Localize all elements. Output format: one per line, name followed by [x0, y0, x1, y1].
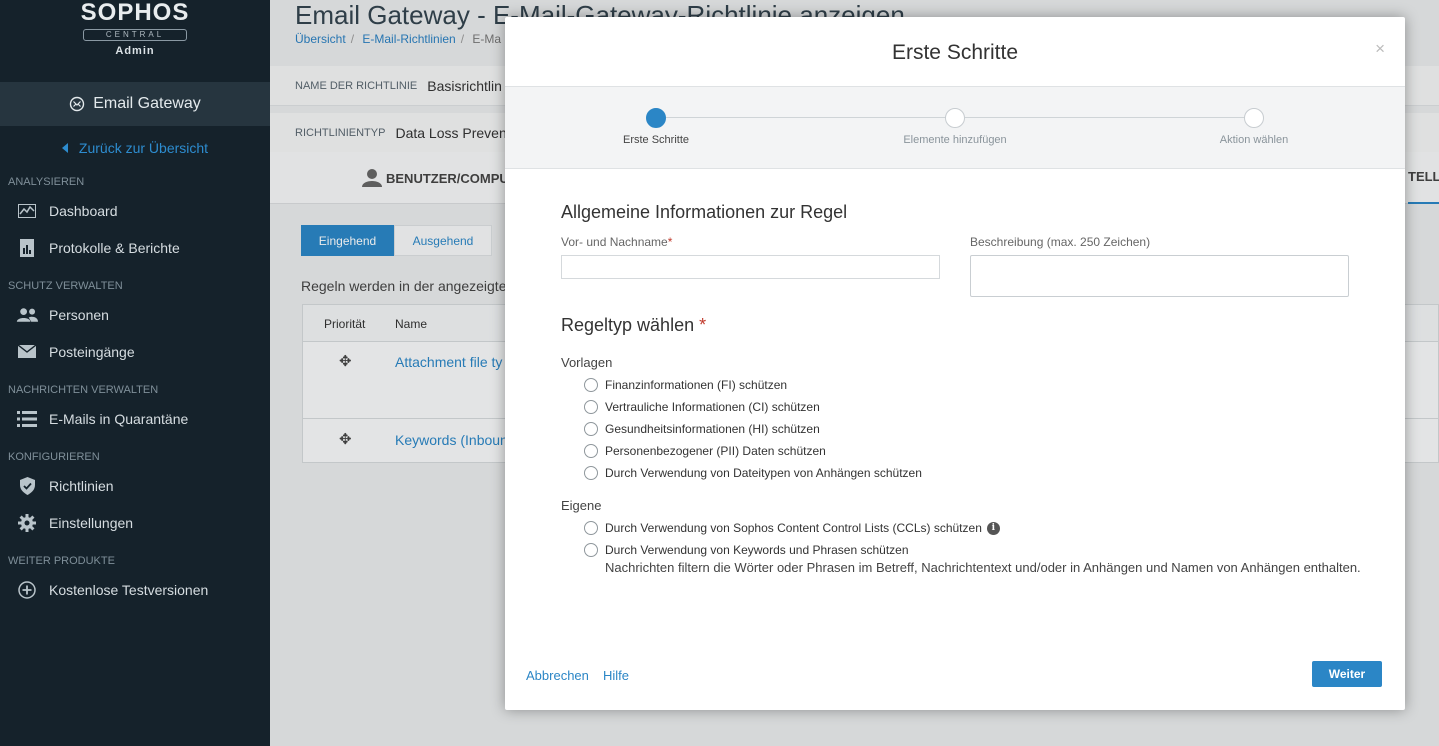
nav-quarantaene[interactable]: E-Mails in Quarantäne [0, 400, 270, 437]
templates-group-label: Vorlagen [561, 355, 613, 370]
shield-icon [16, 476, 38, 495]
nav-label: Protokolle & Berichte [49, 239, 180, 256]
step-dot [1244, 108, 1264, 128]
radio-template-ci[interactable]: Vertrauliche Informationen (CI) schützen [584, 400, 820, 414]
name-label-text: Vor- und Nachname [561, 235, 668, 249]
nav-kostenlose-testversionen[interactable]: Kostenlose Testversionen [0, 571, 270, 608]
product-switcher[interactable]: Email Gateway [0, 82, 270, 126]
next-button[interactable]: Weiter [1312, 661, 1382, 687]
radio-custom-ccl[interactable]: Durch Verwendung von Sophos Content Cont… [584, 521, 1000, 535]
radio-circle[interactable] [584, 521, 598, 535]
envelope-circle-icon [70, 96, 85, 112]
nav-einstellungen[interactable]: Einstellungen [0, 504, 270, 541]
general-info-title: Allgemeine Informationen zur Regel [561, 202, 848, 222]
chart-icon [16, 202, 38, 220]
radio-template-hi[interactable]: Gesundheitsinformationen (HI) schützen [584, 422, 820, 436]
section-analysieren: ANALYSIEREN [8, 176, 85, 188]
nav-richtlinien[interactable]: Richtlinien [0, 467, 270, 504]
list-icon [16, 410, 38, 428]
radio-label: Gesundheitsinformationen (HI) schützen [605, 422, 820, 436]
info-icon[interactable]: i [986, 521, 1000, 535]
radio-label: Finanzinformationen (FI) schützen [605, 378, 788, 392]
radio-label: Durch Verwendung von Sophos Content Cont… [605, 521, 982, 535]
step-label: Aktion wählen [1219, 134, 1289, 146]
people-icon [16, 306, 38, 324]
nav-label: Posteingänge [49, 343, 135, 360]
nav-label: Richtlinien [49, 477, 114, 494]
wizard-steps: Erste Schritte Elemente hinzufügen Aktio… [505, 86, 1405, 169]
nav-personen[interactable]: Personen [0, 296, 270, 333]
keywords-hint: Nachrichten filtern die Wörter oder Phra… [605, 560, 1361, 575]
nav-label: Personen [49, 306, 109, 323]
description-field-label: Beschreibung (max. 250 Zeichen) [970, 235, 1151, 249]
report-icon [16, 238, 38, 257]
rule-name-input[interactable] [561, 255, 940, 279]
nav-label: E-Mails in Quarantäne [49, 410, 189, 427]
back-to-overview-link[interactable]: Zurück zur Übersicht [0, 126, 270, 170]
cancel-button[interactable]: Abbrechen [526, 668, 589, 683]
wizard-connector [665, 117, 955, 118]
custom-group-label: Eigene [561, 498, 602, 513]
product-name: Email Gateway [93, 95, 201, 112]
section-konfigurieren: KONFIGURIEREN [8, 451, 100, 463]
envelope-icon [16, 343, 38, 361]
section-nachrichten-verwalten: NACHRICHTEN VERWALTEN [8, 384, 159, 396]
caret-left-icon [61, 143, 68, 153]
nav-label: Dashboard [49, 202, 118, 219]
radio-label: Durch Verwendung von Dateitypen von Anhä… [605, 466, 922, 480]
sophos-logo: SOPHOS CENTRAL Admin [0, 0, 270, 80]
gear-icon [16, 513, 38, 532]
plus-circle-icon [16, 580, 38, 599]
radio-circle[interactable] [584, 466, 598, 480]
step-label: Erste Schritte [622, 134, 690, 146]
radio-circle[interactable] [584, 378, 598, 392]
radio-circle[interactable] [584, 422, 598, 436]
radio-circle[interactable] [584, 543, 598, 557]
radio-label: Vertrauliche Informationen (CI) schützen [605, 400, 820, 414]
section-weiter-produkte: WEITER PRODUKTE [8, 555, 115, 567]
wizard-connector [965, 117, 1255, 118]
nav-protokolle-berichte[interactable]: Protokolle & Berichte [0, 229, 270, 266]
radio-label: Personenbezogener (PII) Daten schützen [605, 444, 826, 458]
dialog-title: Erste Schritte [891, 41, 1019, 64]
brand-sub: CENTRAL [83, 29, 187, 41]
radio-circle[interactable] [584, 400, 598, 414]
sidebar: SOPHOS CENTRAL Admin Email Gateway Zurüc… [0, 0, 270, 746]
radio-label: Durch Verwendung von Keywords und Phrase… [605, 543, 909, 557]
nav-dashboard[interactable]: Dashboard [0, 192, 270, 229]
rule-type-title-text: Regeltyp wählen [561, 315, 695, 335]
rule-wizard-dialog: Erste Schritte × Erste Schritte Elemente… [505, 17, 1405, 710]
required-marker: * [667, 235, 673, 249]
radio-template-pii[interactable]: Personenbezogener (PII) Daten schützen [584, 444, 826, 458]
back-link-label: Zurück zur Übersicht [78, 140, 209, 156]
step-label: Elemente hinzufügen [903, 134, 1007, 146]
section-schutz-verwalten: SCHUTZ VERWALTEN [8, 280, 123, 292]
nav-label: Einstellungen [49, 514, 134, 531]
radio-template-fi[interactable]: Finanzinformationen (FI) schützen [584, 378, 787, 392]
step-dot-active [646, 108, 666, 128]
name-field-label: Vor- und Nachname* [561, 235, 672, 249]
close-icon[interactable]: × [1375, 39, 1385, 59]
nav-posteingaenge[interactable]: Posteingänge [0, 333, 270, 370]
required-marker: * [699, 315, 707, 335]
help-button[interactable]: Hilfe [603, 668, 629, 683]
radio-custom-keywords[interactable]: Durch Verwendung von Keywords und Phrase… [584, 543, 909, 557]
brand-role: Admin [115, 45, 155, 57]
rule-type-title: Regeltyp wählen * [561, 315, 706, 336]
radio-circle[interactable] [584, 444, 598, 458]
brand-name: SOPHOS [80, 0, 190, 26]
radio-template-filetypes[interactable]: Durch Verwendung von Dateitypen von Anhä… [584, 466, 922, 480]
description-input[interactable] [970, 255, 1349, 297]
step-dot [945, 108, 965, 128]
nav-label: Kostenlose Testversionen [49, 581, 209, 598]
